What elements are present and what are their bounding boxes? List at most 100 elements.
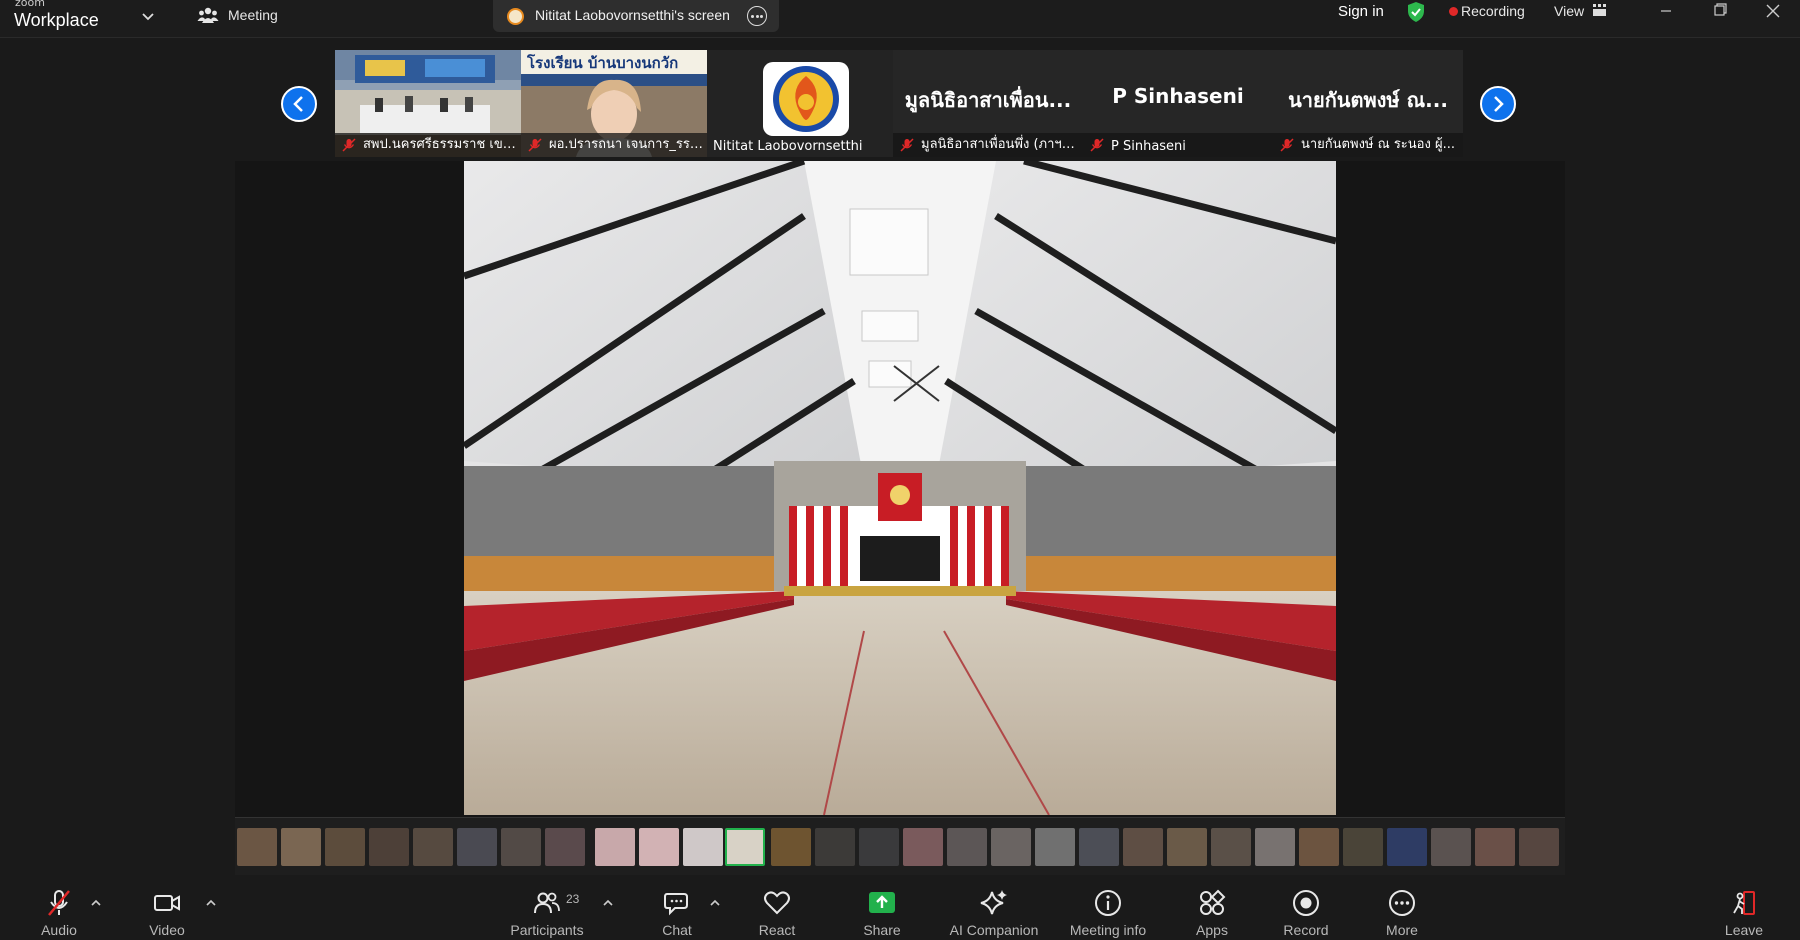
chat-button[interactable]: Chat: [648, 878, 706, 940]
slide-filmstrip[interactable]: [235, 817, 1565, 875]
sparkle-icon: [980, 890, 1007, 915]
meeting-label[interactable]: Meeting: [228, 0, 278, 30]
slide-thumbnail[interactable]: [325, 828, 365, 866]
grid-view-icon[interactable]: [1593, 4, 1606, 16]
meeting-toolbar: Audio Video Participants 23 Chat React S…: [0, 878, 1800, 940]
restore-icon[interactable]: [1700, 0, 1740, 22]
slide-thumbnail[interactable]: [369, 828, 409, 866]
shared-hall-photo: [464, 161, 1336, 815]
ai-companion-button[interactable]: AI Companion: [944, 878, 1044, 940]
participant-tile[interactable]: นายกันตพงษ์ ณ... นายกันตพงษ์ ณ ระนอง ผู้…: [1273, 50, 1463, 157]
chevron-down-icon[interactable]: [140, 8, 156, 24]
slide-thumbnail[interactable]: [1387, 828, 1427, 866]
leave-label: Leave: [1724, 922, 1764, 938]
slide-thumbnail[interactable]: [947, 828, 987, 866]
participant-strip: สพป.นครศรีธรรมราช เขต... โรงเรียน บ้านบา…: [335, 50, 1463, 157]
slide-thumbnail[interactable]: [1431, 828, 1471, 866]
info-icon: [1095, 890, 1121, 916]
shield-check-icon[interactable]: [1406, 1, 1426, 23]
more-button[interactable]: More: [1373, 878, 1431, 940]
heart-icon: [764, 891, 790, 915]
participants-label: Participants: [510, 922, 584, 938]
slide-thumbnail[interactable]: [1519, 828, 1559, 866]
slide-thumbnail[interactable]: [991, 828, 1031, 866]
mic-off-icon: [528, 138, 542, 152]
chevron-right-icon: [1494, 96, 1504, 112]
audio-label: Audio: [41, 922, 77, 938]
chevron-up-icon[interactable]: [205, 898, 217, 908]
participant-tile[interactable]: P Sinhaseni P Sinhaseni: [1083, 50, 1273, 157]
chat-icon: [664, 893, 688, 916]
close-icon[interactable]: [1753, 0, 1793, 22]
previous-page-button[interactable]: [281, 86, 317, 122]
participants-icon: [534, 892, 560, 914]
participants-button[interactable]: Participants: [505, 878, 589, 940]
ai-companion-label: AI Companion: [949, 922, 1039, 938]
slide-thumbnail[interactable]: [413, 828, 453, 866]
slide-thumbnail[interactable]: [771, 828, 811, 866]
school-banner: โรงเรียน บ้านบางนกวัก: [527, 54, 679, 72]
meeting-info-label: Meeting info: [1069, 922, 1147, 938]
apps-label: Apps: [1196, 922, 1228, 938]
next-page-button[interactable]: [1480, 86, 1516, 122]
slide-thumbnail[interactable]: [1167, 828, 1207, 866]
slide-thumbnail[interactable]: [1255, 828, 1295, 866]
participants-count: 23: [566, 892, 580, 906]
apps-icon: [1200, 889, 1226, 915]
participant-tile[interactable]: สพป.นครศรีธรรมราช เขต...: [335, 50, 521, 157]
camera-icon: [154, 895, 180, 911]
chevron-up-icon[interactable]: [602, 898, 614, 908]
slide-thumbnail[interactable]: [1211, 828, 1251, 866]
slide-thumbnail[interactable]: [595, 828, 635, 866]
participant-tile[interactable]: มูลนิธิอาสาเพื่อน... มูลนิธิอาสาเพื่อนพึ…: [893, 50, 1083, 157]
slide-thumbnail[interactable]: [903, 828, 943, 866]
slide-thumbnail-active[interactable]: [725, 828, 765, 866]
sign-in-link[interactable]: Sign in: [1338, 0, 1384, 24]
slide-thumbnail[interactable]: [237, 828, 277, 866]
leave-button[interactable]: Leave: [1715, 878, 1773, 940]
participant-name: Nititat Laobovornsetthi: [713, 139, 863, 154]
mic-off-icon: [1280, 138, 1294, 152]
participant-tile[interactable]: โรงเรียน บ้านบางนกวัก ผอ.ปรารถนา เจนการ_…: [521, 50, 707, 157]
sharer-avatar-icon: [507, 8, 524, 25]
slide-thumbnail[interactable]: [639, 828, 679, 866]
mic-off-icon: [342, 138, 356, 152]
recording-dot-icon: [1449, 7, 1458, 16]
slide-thumbnail[interactable]: [545, 828, 585, 866]
slide-thumbnail[interactable]: [683, 828, 723, 866]
audio-button[interactable]: Audio: [30, 878, 88, 940]
more-options-icon[interactable]: [747, 6, 767, 26]
view-button[interactable]: View: [1554, 0, 1584, 22]
record-button[interactable]: Record: [1277, 878, 1335, 940]
slide-thumbnail[interactable]: [859, 828, 899, 866]
participant-name: มูลนิธิอาสาเพื่อนพึ่ง (ภาฯ)...: [921, 137, 1077, 152]
shared-screen-label: Nititat Laobovornsetthi's screen: [535, 7, 730, 23]
react-label: React: [758, 922, 796, 938]
chevron-up-icon[interactable]: [90, 898, 102, 908]
shared-screen-tab[interactable]: Nititat Laobovornsetthi's screen: [493, 0, 779, 32]
slide-thumbnail[interactable]: [1035, 828, 1075, 866]
participant-name: สพป.นครศรีธรรมราช เขต...: [363, 137, 519, 152]
slide-thumbnail[interactable]: [1475, 828, 1515, 866]
slide-thumbnail[interactable]: [1343, 828, 1383, 866]
react-button[interactable]: React: [748, 878, 806, 940]
record-icon: [1293, 890, 1319, 916]
participant-display-name: นายกันตพงษ์ ณ...: [1288, 88, 1448, 112]
chevron-up-icon[interactable]: [709, 898, 721, 908]
minimize-icon[interactable]: [1646, 0, 1686, 22]
participant-tile[interactable]: Nititat Laobovornsetthi: [707, 50, 893, 157]
slide-thumbnail[interactable]: [281, 828, 321, 866]
share-button[interactable]: Share: [853, 878, 911, 940]
slide-thumbnail[interactable]: [501, 828, 541, 866]
recording-status[interactable]: Recording: [1461, 0, 1525, 22]
slide-thumbnail[interactable]: [457, 828, 497, 866]
slide-thumbnail[interactable]: [1079, 828, 1119, 866]
slide-thumbnail[interactable]: [815, 828, 855, 866]
apps-button[interactable]: Apps: [1183, 878, 1241, 940]
video-button[interactable]: Video: [137, 878, 197, 940]
mic-off-icon: [48, 890, 70, 916]
slide-thumbnail[interactable]: [1123, 828, 1163, 866]
meeting-info-button[interactable]: Meeting info: [1060, 878, 1156, 940]
slide-thumbnail[interactable]: [1299, 828, 1339, 866]
video-label: Video: [149, 922, 185, 938]
